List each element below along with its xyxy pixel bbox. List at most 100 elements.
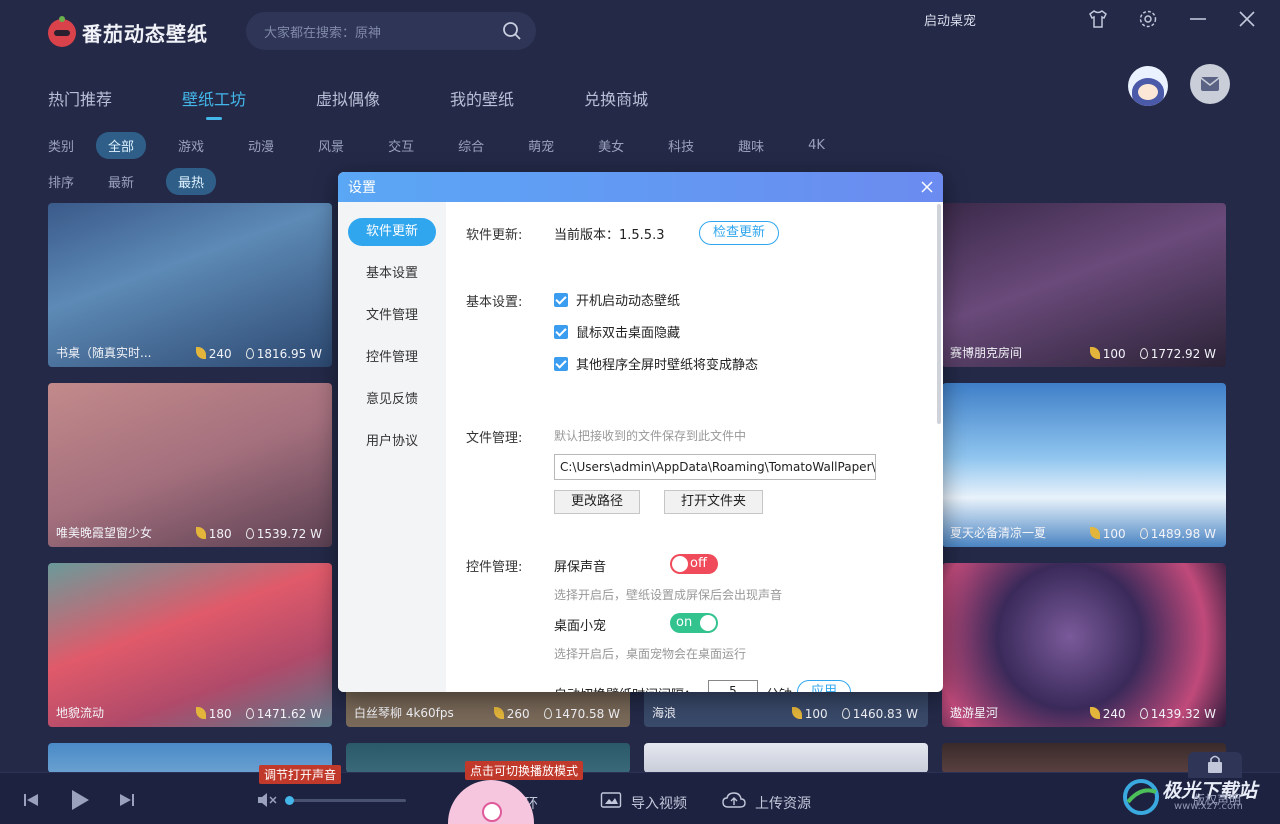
drop-icon [543, 708, 552, 719]
chip-all[interactable]: 全部 [96, 132, 147, 159]
open-folder-button[interactable]: 打开文件夹 [664, 490, 764, 514]
mail-button[interactable] [1190, 64, 1230, 104]
chip-scenery[interactable]: 风景 [306, 132, 356, 159]
wallpaper-card[interactable] [644, 743, 928, 773]
next-icon[interactable] [118, 791, 136, 809]
likes-count: 240 [195, 347, 232, 361]
leaf-icon [1089, 347, 1100, 359]
chip-pet[interactable]: 萌宠 [516, 132, 566, 159]
import-video-icon[interactable] [600, 791, 622, 809]
desktop-pet-toggle[interactable]: on [670, 613, 718, 633]
leaf-icon [195, 707, 206, 719]
chip-beauty[interactable]: 美女 [586, 132, 636, 159]
drop-icon [841, 708, 850, 719]
chip-4k[interactable]: 4K [796, 134, 837, 157]
autostart-option[interactable]: 开机启动动态壁纸 [554, 290, 680, 309]
chip-game[interactable]: 游戏 [166, 132, 216, 159]
previous-icon[interactable] [22, 791, 40, 809]
size-value: 1471.62 W [245, 707, 322, 721]
likes-count: 260 [493, 707, 530, 721]
chip-fun[interactable]: 趣味 [726, 132, 776, 159]
chip-general[interactable]: 综合 [446, 132, 496, 159]
tab-idol[interactable]: 虚拟偶像 [316, 86, 380, 110]
chip-anime[interactable]: 动漫 [236, 132, 286, 159]
save-path-field[interactable]: C:\Users\admin\AppData\Roaming\TomatoWal… [554, 454, 876, 480]
interval-input[interactable]: 5 [708, 680, 758, 692]
play-icon[interactable] [70, 789, 90, 811]
volume-slider[interactable] [285, 796, 406, 805]
basic-section-label: 基本设置: [466, 295, 523, 310]
volume-knob[interactable] [285, 796, 294, 805]
watermark-logo-icon [1123, 779, 1159, 815]
avatar[interactable] [1128, 66, 1168, 106]
fullscreen-static-option[interactable]: 其他程序全屏时壁纸将变成静态 [554, 354, 758, 373]
search-icon[interactable] [502, 21, 522, 41]
likes-count: 240 [1089, 707, 1126, 721]
size-value: 1470.58 W [543, 707, 620, 721]
search-input[interactable]: 大家都在搜索：原神 [246, 12, 536, 50]
sort-hottest[interactable]: 最热 [166, 168, 217, 195]
control-section-label: 控件管理: [466, 560, 523, 575]
mute-speaker-icon[interactable] [256, 791, 278, 809]
screensaver-sound-toggle[interactable]: off [670, 554, 718, 574]
wallpaper-card[interactable]: 夏天必备清凉一夏 100 1489.98 W [942, 383, 1226, 547]
import-video-button[interactable]: 导入视频 [631, 793, 687, 813]
copyright-link[interactable]: 版权声明 [1193, 791, 1241, 808]
tab-my-wallpaper[interactable]: 我的壁纸 [450, 86, 514, 110]
chip-interactive[interactable]: 交互 [376, 132, 426, 159]
gear-icon[interactable] [1137, 8, 1159, 30]
card-title: 夏天必备清凉一夏 [950, 526, 1047, 540]
side-item-files[interactable]: 文件管理 [348, 302, 436, 330]
close-icon[interactable] [919, 179, 935, 195]
likes-count: 180 [195, 527, 232, 541]
drop-icon [1139, 528, 1148, 539]
cloud-upload-icon[interactable] [722, 791, 746, 809]
doubleclick-hide-option[interactable]: 鼠标双击桌面隐藏 [554, 322, 680, 341]
fullscreen-static-checkbox[interactable] [554, 356, 568, 371]
wallpaper-card[interactable] [942, 743, 1226, 773]
card-stats: 240 1816.95 W [195, 347, 322, 361]
wallpaper-card[interactable]: 地貌流动 180 1471.62 W [48, 563, 332, 727]
side-item-update[interactable]: 软件更新 [348, 218, 436, 246]
upload-button[interactable]: 上传资源 [755, 793, 811, 813]
screensaver-hint: 选择开启后，壁纸设置成屏保后会出现声音 [554, 588, 783, 602]
card-stats: 180 1471.62 W [195, 707, 322, 721]
tab-shop[interactable]: 兑换商城 [584, 86, 648, 110]
category-filter: 类别 全部 游戏 动漫 风景 交互 综合 萌宠 美女 科技 趣味 4K [48, 132, 857, 159]
leaf-icon [1089, 527, 1100, 539]
apply-button[interactable]: 应用 [797, 680, 852, 692]
sort-label: 排序 [48, 176, 75, 191]
wallpaper-card[interactable]: 书桌（随真实时... 240 1816.95 W [48, 203, 332, 367]
volume-tooltip: 调节打开声音 [259, 765, 342, 784]
wallpaper-card[interactable]: 唯美晚霞望窗少女 180 1539.72 W [48, 383, 332, 547]
screensaver-sound-label: 屏保声音 [554, 560, 607, 575]
launch-pet-button[interactable]: 启动桌宠 [924, 10, 976, 29]
card-title: 书桌（随真实时... [56, 346, 152, 360]
dialog-title: 设置 [348, 180, 376, 196]
doubleclick-hide-checkbox[interactable] [554, 324, 568, 339]
change-path-button[interactable]: 更改路径 [554, 490, 641, 514]
side-item-feedback[interactable]: 意见反馈 [348, 386, 436, 414]
check-update-button[interactable]: 检查更新 [699, 221, 780, 245]
tab-hot[interactable]: 热门推荐 [48, 86, 112, 110]
tab-workshop[interactable]: 壁纸工坊 [182, 86, 246, 120]
settings-sidebar: 软件更新 基本设置 文件管理 控件管理 意见反馈 用户协议 [338, 202, 446, 692]
fullscreen-static-label: 其他程序全屏时壁纸将变成静态 [576, 358, 759, 373]
side-item-agreement[interactable]: 用户协议 [348, 428, 436, 456]
close-icon[interactable] [1236, 8, 1258, 30]
minimize-icon[interactable] [1187, 8, 1209, 30]
autostart-label: 开机启动动态壁纸 [576, 294, 681, 309]
card-title: 海浪 [652, 706, 677, 720]
wallpaper-card[interactable]: 遨游星河 240 1439.32 W [942, 563, 1226, 727]
main-nav: 热门推荐 壁纸工坊 虚拟偶像 我的壁纸 兑换商城 [48, 86, 718, 120]
side-item-controls[interactable]: 控件管理 [348, 344, 436, 372]
settings-scrollbar[interactable] [937, 204, 941, 424]
chip-tech[interactable]: 科技 [656, 132, 706, 159]
autostart-checkbox[interactable] [554, 292, 568, 307]
sort-newest[interactable]: 最新 [96, 168, 146, 195]
play-mode-tooltip: 点击可切换播放模式 [465, 761, 584, 780]
wallpaper-card[interactable]: 赛博朋克房间 100 1772.92 W [942, 203, 1226, 367]
side-item-basic[interactable]: 基本设置 [348, 260, 436, 288]
card-title: 地貌流动 [56, 706, 105, 720]
skin-shirt-icon[interactable] [1087, 8, 1109, 30]
